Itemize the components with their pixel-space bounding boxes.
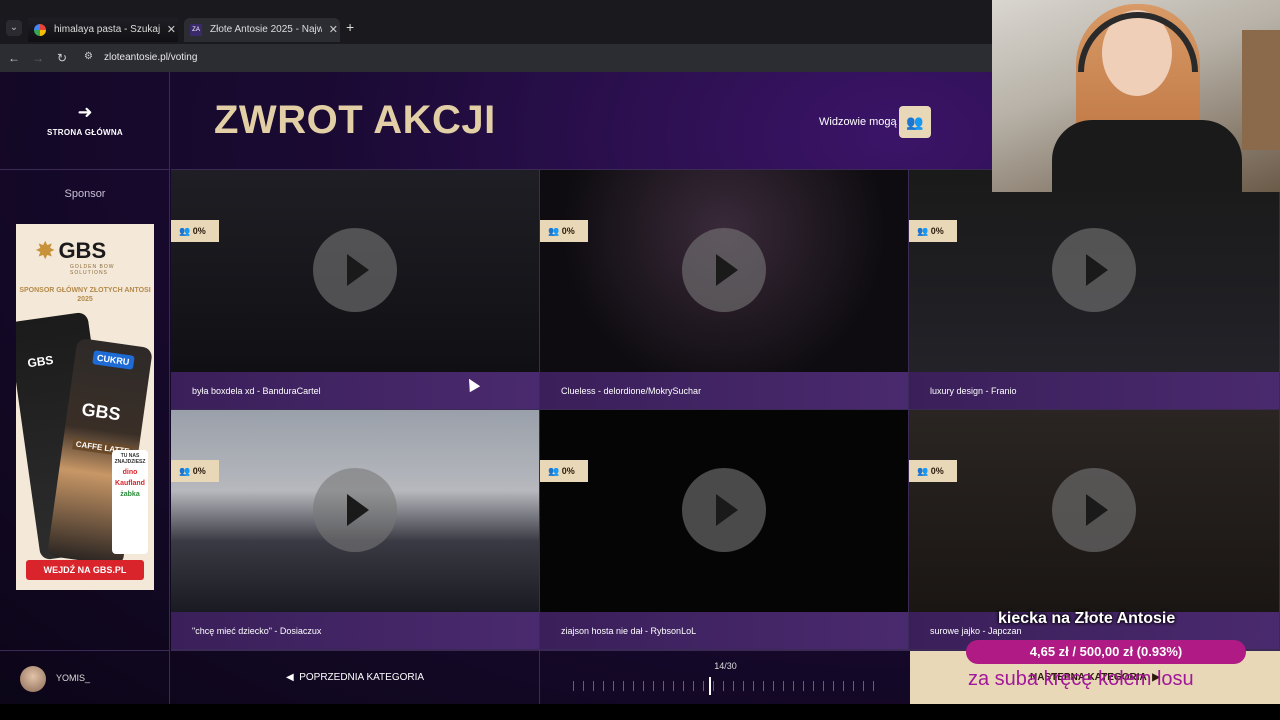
left-sidebar: ➜ STRONA GŁÓWNA Sponsor ✸ GBS GOLDEN BOW … [0,72,170,704]
vote-percent-badge: 👥 0% [171,460,219,482]
clip-title: była boxdela xd - BanduraCartel [171,372,539,409]
play-icon[interactable] [313,228,397,312]
gbs-logo-text: GBS [58,238,107,263]
can-no-sugar-label: CUKRU [92,350,135,370]
store-dino: dino [122,469,138,476]
stores-title: TU NAS ZNAJDZIESZ [114,453,146,465]
clip-card[interactable]: 👥 0% ziajson hosta nie dał - RybsonLoL [540,410,909,650]
clip-card[interactable]: 👥 0% luxury design - Franio [909,170,1280,410]
vote-percent: 0% [192,466,206,476]
ad-cta-button[interactable]: WEJDŹ NA GBS.PL [26,560,144,580]
sponsor-ad-banner[interactable]: ✸ GBS GOLDEN BOW SOLUTIONS SPONSOR GŁÓWNY… [16,224,154,590]
previous-category-label: POPRZEDNIA KATEGORIA [299,672,425,683]
clip-title: ziajson hosta nie dał - RybsonLoL [540,612,908,649]
previous-category-button[interactable]: ◀ POPRZEDNIA KATEGORIA [171,651,540,705]
forward-arrow-icon[interactable]: → [30,50,46,66]
url-text[interactable]: zloteantosie.pl/voting [104,52,197,63]
category-progress: 14/30 [541,651,910,705]
vote-percent-badge: 👥 0% [171,220,219,242]
can-brand: GBS [80,399,122,425]
gbs-star-icon: ✸ [36,238,55,263]
sponsor-label: Sponsor [64,188,106,200]
home-button-label: STRONA GŁÓWNA [46,128,124,137]
category-title: ZWROT AKCJI [214,98,496,142]
can-brand: GBS [26,352,55,371]
streamer-webcam [992,0,1280,192]
arrow-left-icon: ➜ [77,102,93,122]
vote-percent: 0% [192,226,206,236]
tab-title: himalaya pasta - Szukaj w Goog [54,24,160,35]
category-header: ZWROT AKCJI Widzowie mogą 👥 [171,72,992,170]
arrow-left-icon: ◀ [285,672,300,683]
vote-percent-badge: 👥 0% [540,220,588,242]
clip-title: Clueless - delordione/MokrySuchar [540,372,908,409]
site-favicon-icon: ZA [190,24,202,36]
users-icon[interactable]: 👥 [899,106,931,138]
new-tab-plus-icon[interactable]: + [346,19,354,35]
tab-title: Złote Antosie 2025 - Najwięks [210,24,322,35]
vote-percent-badge: 👥 0% [909,220,957,242]
browser-tab-bar: ⌄ himalaya pasta - Szukaj w Goog ✕ ZA Zł… [0,0,992,44]
play-icon[interactable] [1052,468,1136,552]
browser-tab-zlote-antosie[interactable]: ZA Złote Antosie 2025 - Najwięks ✕ [184,18,340,42]
webcam-person-body [1052,120,1242,192]
google-favicon-icon [34,24,46,36]
vote-percent-badge: 👥 0% [540,460,588,482]
category-counter: 14/30 [714,661,737,671]
play-icon[interactable] [313,468,397,552]
clip-title: "chcę mieć dziecko" - Dosiaczux [171,612,539,649]
play-icon[interactable] [682,228,766,312]
play-icon[interactable] [682,468,766,552]
viewers-can-vote-label: Widzowie mogą [819,116,897,128]
vote-percent-badge: 👥 0% [909,460,957,482]
address-bar: ← → ↻ ⚙ zloteantosie.pl/voting [0,44,992,72]
os-taskbar [0,704,1280,720]
close-tab-icon[interactable]: ✕ [329,18,338,42]
tab-search-chevron-icon[interactable]: ⌄ [6,20,22,36]
clip-title: luxury design - Franio [909,372,1279,409]
donation-goal-bar: 4,65 zł / 500,00 zł (0.93%) [966,640,1246,664]
clip-card[interactable]: 👥 0% była boxdela xd - BanduraCartel [171,170,540,410]
gbs-logo: ✸ GBS [36,238,106,264]
site-info-icon[interactable]: ⚙ [84,51,98,65]
back-arrow-icon[interactable]: ← [6,50,22,66]
screen: ⌄ himalaya pasta - Szukaj w Goog ✕ ZA Zł… [0,0,1280,720]
clip-card[interactable]: 👥 0% Clueless - delordione/MokrySuchar [540,170,909,410]
webcam-background-shelf [1242,30,1280,150]
store-kaufland: Kaufland [115,480,145,487]
clips-grid: 👥 0% była boxdela xd - BanduraCartel 👥 0… [171,170,1280,650]
play-icon[interactable] [1052,228,1136,312]
vote-percent: 0% [561,466,575,476]
ad-sponsor-text: SPONSOR GŁÓWNY ZŁOTYCH ANTOSI 2025 [19,287,151,303]
progress-current-marker [709,677,711,695]
stores-list: TU NAS ZNAJDZIESZ dino Kaufland żabka [112,450,148,554]
browser-tab-google[interactable]: himalaya pasta - Szukaj w Goog ✕ [28,18,178,42]
vote-percent: 0% [561,226,575,236]
username: YOMIS_ [56,673,91,683]
close-tab-icon[interactable]: ✕ [167,18,176,42]
store-zabka: żabka [120,491,140,498]
clip-card[interactable]: 👥 0% "chcę mieć dziecko" - Dosiaczux [171,410,540,650]
home-button[interactable]: ➜ STRONA GŁÓWNA [0,72,170,170]
vote-percent: 0% [930,226,944,236]
progress-ticks[interactable] [573,681,881,691]
reload-icon[interactable]: ↻ [54,50,70,66]
donation-subtitle: za suba kręcę kołem losu [968,668,1194,690]
user-profile[interactable]: YOMIS_ [0,650,170,704]
vote-percent: 0% [930,466,944,476]
avatar [20,666,46,692]
donation-goal-title: kiecka na Złote Antosie [998,610,1176,627]
gbs-logo-subtitle: GOLDEN BOW SOLUTIONS [70,264,115,276]
